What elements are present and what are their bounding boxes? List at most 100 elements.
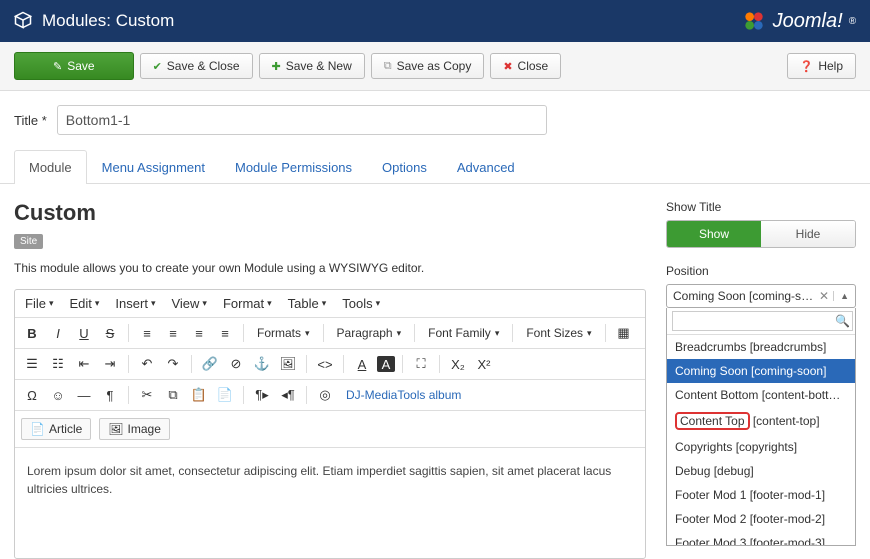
- plus-icon: ✚: [272, 60, 281, 73]
- align-right-icon[interactable]: ≡: [188, 322, 210, 344]
- position-option[interactable]: Content Top [content-top]: [667, 407, 855, 435]
- number-list-icon[interactable]: ☷: [47, 353, 69, 375]
- tab-module-permissions[interactable]: Module Permissions: [220, 150, 367, 184]
- position-option[interactable]: Content Bottom [content-bottom]: [667, 383, 855, 407]
- bold-icon[interactable]: B: [21, 322, 43, 344]
- mediatools-button[interactable]: DJ-MediaTools album: [340, 384, 467, 406]
- position-option[interactable]: Coming Soon [coming-soon]: [667, 359, 855, 383]
- position-option[interactable]: Footer Mod 3 [footer-mod-3]: [667, 531, 855, 545]
- bgcolor-icon[interactable]: A: [377, 356, 395, 372]
- redo-icon[interactable]: ↷: [162, 353, 184, 375]
- check-icon: ✔: [153, 60, 162, 73]
- hide-option[interactable]: Hide: [761, 221, 855, 247]
- tab-module[interactable]: Module: [14, 150, 87, 184]
- align-left-icon[interactable]: ≡: [136, 322, 158, 344]
- sup-icon[interactable]: X²: [473, 353, 495, 375]
- page-title: Modules: Custom: [42, 11, 174, 31]
- paragraph-dropdown[interactable]: Paragraph ▾: [331, 322, 408, 344]
- clear-icon[interactable]: ✕: [819, 289, 829, 303]
- fontfamily-dropdown[interactable]: Font Family ▾: [422, 322, 505, 344]
- bullet-list-icon[interactable]: ☰: [21, 353, 43, 375]
- tab-advanced[interactable]: Advanced: [442, 150, 530, 184]
- menu-tools[interactable]: Tools ▾: [342, 296, 380, 311]
- tab-menu-assignment[interactable]: Menu Assignment: [87, 150, 220, 184]
- editor-toolbar-1: B I U S ≡ ≡ ≡ ≡ Formats ▾ Paragraph ▾ Fo…: [15, 318, 645, 349]
- align-center-icon[interactable]: ≡: [162, 322, 184, 344]
- indent-icon[interactable]: ⇥: [99, 353, 121, 375]
- module-icon[interactable]: ◎: [314, 384, 336, 406]
- menu-edit[interactable]: Edit ▾: [69, 296, 99, 311]
- editor-content[interactable]: Lorem ipsum dolor sit amet, consectetur …: [15, 448, 645, 558]
- strike-icon[interactable]: S: [99, 322, 121, 344]
- position-option[interactable]: Footer Mod 1 [footer-mod-1]: [667, 483, 855, 507]
- formats-dropdown[interactable]: Formats ▾: [251, 322, 316, 344]
- chevron-up-icon[interactable]: ▲: [833, 291, 849, 301]
- paste-icon[interactable]: 📋: [188, 384, 210, 406]
- position-select[interactable]: Coming Soon [coming-soon] ✕▲: [666, 284, 856, 308]
- omega-icon[interactable]: Ω: [21, 384, 43, 406]
- menu-format[interactable]: Format ▾: [223, 296, 272, 311]
- title-row: Title *: [0, 91, 870, 143]
- tabs: Module Menu Assignment Module Permission…: [0, 149, 870, 184]
- module-heading: Custom: [14, 200, 646, 226]
- unlink-icon[interactable]: ⊘: [225, 353, 247, 375]
- article-button[interactable]: 📄 Article: [21, 418, 91, 440]
- copy-icon[interactable]: ⧉: [162, 384, 184, 406]
- position-search-input[interactable]: [672, 311, 853, 331]
- show-title-label: Show Title: [666, 200, 856, 214]
- position-label: Position: [666, 264, 856, 278]
- emoji-icon[interactable]: ☺: [47, 384, 69, 406]
- code-icon[interactable]: <>: [314, 353, 336, 375]
- position-option[interactable]: Footer Mod 2 [footer-mod-2]: [667, 507, 855, 531]
- image-button[interactable]: 🖼 Image: [99, 418, 170, 440]
- show-title-toggle: Show Hide: [666, 220, 856, 248]
- pastetext-icon[interactable]: 📄: [214, 384, 236, 406]
- tab-options[interactable]: Options: [367, 150, 442, 184]
- ltr-icon[interactable]: ¶▸: [251, 384, 273, 406]
- outdent-icon[interactable]: ⇤: [73, 353, 95, 375]
- help-button[interactable]: ❓Help: [787, 53, 856, 79]
- title-label: Title *: [14, 113, 47, 128]
- save-copy-button[interactable]: ⧉Save as Copy: [371, 53, 485, 79]
- rtl-icon[interactable]: ◂¶: [277, 384, 299, 406]
- close-icon: ✖: [503, 60, 512, 73]
- menu-file[interactable]: File ▾: [25, 296, 53, 311]
- editor-toolbar-3: Ω ☺ — ¶ ✂ ⧉ 📋 📄 ¶▸ ◂¶ ◎ DJ-MediaTools al…: [15, 380, 645, 411]
- joomla-logo: Joomla!®: [741, 8, 856, 34]
- menu-insert[interactable]: Insert ▾: [115, 296, 155, 311]
- cube-icon: [14, 11, 32, 32]
- menu-view[interactable]: View ▾: [171, 296, 206, 311]
- image-icon[interactable]: 🖼: [277, 353, 299, 375]
- save-button[interactable]: ✎Save: [14, 52, 134, 80]
- show-option[interactable]: Show: [667, 221, 761, 247]
- undo-icon[interactable]: ↶: [136, 353, 158, 375]
- editor-toolbar-4: 📄 Article 🖼 Image: [15, 411, 645, 448]
- link-icon[interactable]: 🔗: [199, 353, 221, 375]
- title-input[interactable]: [57, 105, 547, 135]
- toolbar: ✎Save ✔Save & Close ✚Save & New ⧉Save as…: [0, 42, 870, 91]
- underline-icon[interactable]: U: [73, 322, 95, 344]
- check-icon: ✎: [53, 60, 62, 73]
- sub-icon[interactable]: X₂: [447, 353, 469, 375]
- save-new-button[interactable]: ✚Save & New: [259, 53, 365, 79]
- pilcrow-icon[interactable]: ¶: [99, 384, 121, 406]
- position-option[interactable]: Debug [debug]: [667, 459, 855, 483]
- menu-table[interactable]: Table ▾: [288, 296, 327, 311]
- help-icon: ❓: [800, 60, 814, 73]
- cut-icon[interactable]: ✂: [136, 384, 158, 406]
- position-option[interactable]: Breadcrumbs [breadcrumbs]: [667, 335, 855, 359]
- position-option[interactable]: Copyrights [copyrights]: [667, 435, 855, 459]
- position-option-list[interactable]: Breadcrumbs [breadcrumbs]Coming Soon [co…: [667, 335, 855, 545]
- anchor-icon[interactable]: ⚓: [251, 353, 273, 375]
- italic-icon[interactable]: I: [47, 322, 69, 344]
- fontsize-dropdown[interactable]: Font Sizes ▾: [520, 322, 597, 344]
- hr-icon[interactable]: —: [73, 384, 95, 406]
- textcolor-icon[interactable]: A: [351, 353, 373, 375]
- align-justify-icon[interactable]: ≡: [214, 322, 236, 344]
- save-close-button[interactable]: ✔Save & Close: [140, 53, 253, 79]
- module-description: This module allows you to create your ow…: [14, 261, 646, 275]
- fullscreen-icon[interactable]: ⛶: [410, 353, 432, 375]
- close-button[interactable]: ✖Close: [490, 53, 561, 79]
- grid-icon[interactable]: ▦: [613, 322, 635, 344]
- site-badge: Site: [14, 234, 43, 249]
